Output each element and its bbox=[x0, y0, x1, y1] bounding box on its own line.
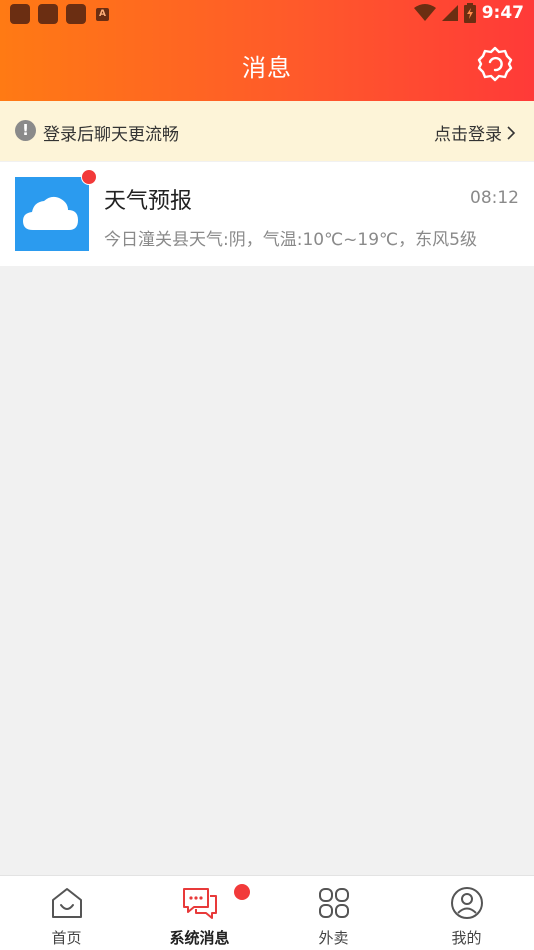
info-icon: ! bbox=[15, 120, 36, 141]
login-link[interactable]: 点击登录 bbox=[434, 120, 516, 145]
user-icon bbox=[450, 887, 483, 919]
settings-button[interactable] bbox=[476, 45, 514, 83]
letter-notification-icon: A bbox=[96, 7, 109, 21]
login-link-label: 点击登录 bbox=[434, 125, 502, 145]
wifi-icon bbox=[413, 4, 436, 21]
page-title: 消息 bbox=[242, 54, 292, 82]
notification-icons: A bbox=[10, 4, 109, 24]
login-banner: ! 登录后聊天更流畅 点击登录 bbox=[0, 101, 534, 161]
nav-badge-dot bbox=[234, 884, 250, 900]
app-notification-icon bbox=[66, 4, 86, 24]
message-time: 08:12 bbox=[470, 188, 519, 208]
gear-icon bbox=[477, 46, 513, 82]
grid-icon bbox=[318, 888, 349, 918]
app-notification-icon bbox=[10, 4, 30, 24]
chat-icon bbox=[182, 888, 217, 919]
nav-takeout-label: 外卖 bbox=[318, 929, 349, 947]
message-list: 天气预报 08:12 今日潼关县天气:阴，气温:10℃~19℃，东风5级 bbox=[0, 162, 534, 266]
status-bar: A 9:47 bbox=[0, 0, 534, 28]
title-bar: 消息 bbox=[0, 28, 534, 101]
chevron-right-icon bbox=[507, 125, 516, 140]
weather-avatar bbox=[15, 177, 89, 251]
app-notification-icon bbox=[38, 4, 58, 24]
message-preview: 今日潼关县天气:阴，气温:10℃~19℃，东风5级 bbox=[104, 230, 477, 250]
nav-profile-label: 我的 bbox=[451, 929, 482, 947]
home-icon bbox=[51, 888, 82, 918]
message-item-weather[interactable]: 天气预报 08:12 今日潼关县天气:阴，气温:10℃~19℃，东风5级 bbox=[0, 162, 534, 266]
nav-takeout[interactable]: 外卖 bbox=[267, 876, 400, 950]
nav-system-messages-label: 系统消息 bbox=[169, 929, 230, 947]
battery-icon bbox=[463, 3, 476, 23]
message-title: 天气预报 bbox=[104, 189, 193, 214]
status-time: 9:47 bbox=[481, 3, 524, 23]
app-header: A 9:47 消息 bbox=[0, 0, 534, 101]
nav-profile[interactable]: 我的 bbox=[400, 876, 533, 950]
system-status: 9:47 bbox=[413, 3, 524, 23]
nav-home-label: 首页 bbox=[51, 929, 82, 947]
signal-icon bbox=[441, 5, 458, 21]
cloud-icon bbox=[23, 196, 78, 230]
nav-home[interactable]: 首页 bbox=[0, 876, 133, 950]
login-tip: 登录后聊天更流畅 bbox=[43, 125, 179, 145]
unread-dot bbox=[81, 169, 97, 185]
bottom-nav: 首页 系统消息 外卖 我的 bbox=[0, 875, 534, 950]
